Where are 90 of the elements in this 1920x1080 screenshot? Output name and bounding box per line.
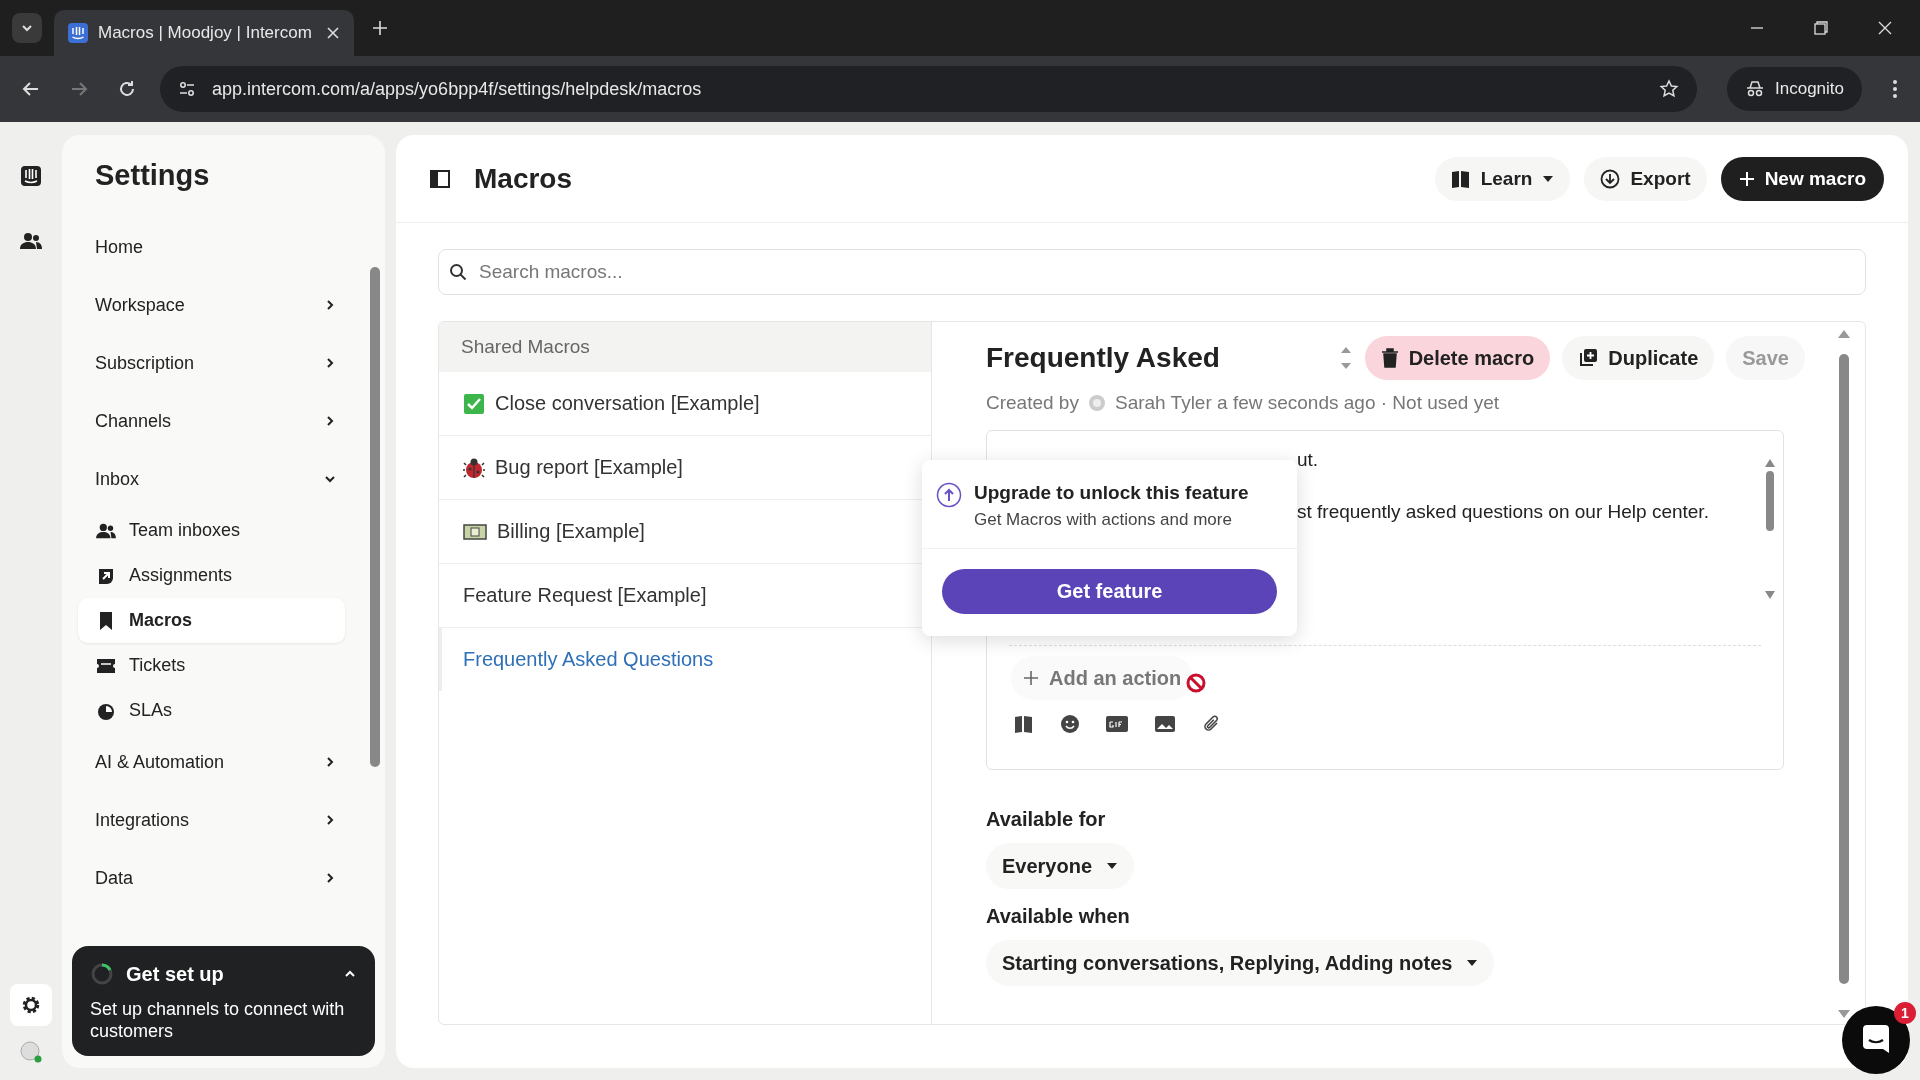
nav-item[interactable]: Channels <box>78 392 345 450</box>
notification-badge: 1 <box>1894 1002 1916 1024</box>
scrollbar-thumb[interactable] <box>1839 354 1849 984</box>
nav-item[interactable]: Workspace <box>78 276 345 334</box>
field-label: Available when <box>986 905 1130 928</box>
image-icon[interactable] <box>1154 715 1176 733</box>
delete-macro-button[interactable]: Delete macro <box>1364 336 1551 380</box>
download-icon <box>1600 168 1621 189</box>
not-allowed-cursor-icon <box>1185 672 1208 694</box>
search-icon <box>449 263 467 281</box>
star-icon[interactable] <box>1659 79 1679 99</box>
gif-icon[interactable] <box>1106 716 1128 732</box>
progress-ring-icon <box>90 962 114 986</box>
context-dropdown[interactable]: Starting conversations, Replying, Adding notes <box>986 940 1495 986</box>
back-icon[interactable] <box>22 80 40 98</box>
scroll-up-icon[interactable] <box>1765 459 1775 467</box>
forward-icon[interactable] <box>70 80 88 98</box>
nav-item[interactable]: Integrations <box>78 791 345 849</box>
macro-title: Frequently Asked <box>986 342 1221 374</box>
get-feature-button[interactable]: Get feature <box>942 569 1277 614</box>
scrollbar-thumb[interactable] <box>370 267 380 767</box>
avatar-icon[interactable] <box>19 1040 43 1064</box>
macro-item[interactable]: Close conversation [Example] <box>439 372 931 436</box>
nav-subitem[interactable]: SLAs <box>78 688 345 733</box>
plus-icon <box>1023 670 1039 686</box>
people-icon[interactable] <box>19 231 43 251</box>
audience-dropdown[interactable]: Everyone <box>986 843 1135 889</box>
close-icon[interactable] <box>326 26 340 40</box>
add-action-button[interactable]: Add an action <box>1011 656 1194 700</box>
close-icon[interactable] <box>1878 21 1892 35</box>
nav-item[interactable]: AI & Automation <box>78 733 345 791</box>
book-icon <box>1450 169 1471 188</box>
scroll-down-icon[interactable] <box>1765 591 1775 599</box>
tab-search-button[interactable] <box>12 13 42 43</box>
book-icon[interactable] <box>1014 715 1034 733</box>
checkmark-icon <box>463 392 485 415</box>
caret-icon <box>1106 862 1119 870</box>
nav-item[interactable]: Data <box>78 849 345 907</box>
reload-icon[interactable] <box>118 80 136 98</box>
plus-icon <box>1738 170 1755 187</box>
nav-item[interactable]: Subscription <box>78 334 345 392</box>
ticket-icon <box>95 657 117 674</box>
people-icon <box>95 521 117 540</box>
sidebar-toggle-icon[interactable] <box>430 169 450 188</box>
export-button[interactable]: Export <box>1584 156 1707 201</box>
bug-icon <box>463 456 485 479</box>
caret-icon <box>1466 959 1479 967</box>
new-macro-button[interactable]: New macro <box>1720 156 1884 201</box>
duplicate-icon <box>1578 348 1599 368</box>
scroll-down-icon[interactable] <box>1838 1010 1850 1018</box>
duplicate-button[interactable]: Duplicate <box>1562 336 1715 380</box>
search-field[interactable]: Search macros... <box>438 249 1866 295</box>
incognito-button[interactable]: Incognito <box>1727 67 1862 111</box>
settings-button[interactable] <box>10 984 52 1026</box>
site-settings-icon[interactable] <box>178 80 196 98</box>
nav-item[interactable]: Inbox <box>78 450 345 508</box>
incognito-icon <box>1745 81 1765 97</box>
settings-title: Settings <box>95 159 211 192</box>
learn-button[interactable]: Learn <box>1434 156 1571 201</box>
messenger-launcher[interactable] <box>1842 1006 1910 1074</box>
settings-icon <box>20 994 42 1016</box>
banknote-icon <box>463 522 487 541</box>
emoji-icon[interactable] <box>1060 714 1080 734</box>
list-heading: Shared Macros <box>439 322 931 372</box>
page-title: Macros <box>474 162 573 195</box>
scrollbar-thumb[interactable] <box>1766 471 1774 531</box>
nav-subitem[interactable]: Assignments <box>78 553 345 598</box>
scroll-up-icon[interactable] <box>1838 330 1850 338</box>
message-text: ut. <box>1297 449 1320 471</box>
url-text: app.intercom.com/a/apps/yo6bpp4f/settings/helpdesk/macros <box>212 78 703 100</box>
avatar-icon <box>1086 393 1107 413</box>
more-icon[interactable] <box>1892 79 1898 99</box>
intercom-logo-icon <box>68 23 88 43</box>
new-tab-icon[interactable] <box>372 20 388 36</box>
address-bar[interactable]: app.intercom.com/a/apps/yo6bpp4f/settings/helpdesk/macros <box>160 66 1697 112</box>
field-label: Available for <box>986 808 1106 831</box>
setup-title: Get set up <box>126 962 225 986</box>
nav-subitem[interactable]: Macros <box>78 598 345 643</box>
caret-icon <box>1542 174 1555 183</box>
browser-tab[interactable]: Macros | Moodjoy | Intercom <box>54 10 354 56</box>
message-text: st frequently asked questions on our Help center. <box>1297 501 1710 523</box>
nav-item[interactable]: Home <box>78 218 345 276</box>
nav-subitem[interactable]: Tickets <box>78 643 345 688</box>
created-by-label: Created by <box>986 392 1079 414</box>
inbox-icon[interactable] <box>20 165 42 187</box>
nav-subitem[interactable]: Team inboxes <box>78 508 345 553</box>
setup-text: Set up channels to connect with customers <box>90 998 346 1042</box>
restore-icon[interactable] <box>1814 21 1828 35</box>
trash-icon <box>1380 348 1399 368</box>
author-and-usage: Sarah Tyler a few seconds ago · Not used yet <box>1114 392 1500 414</box>
